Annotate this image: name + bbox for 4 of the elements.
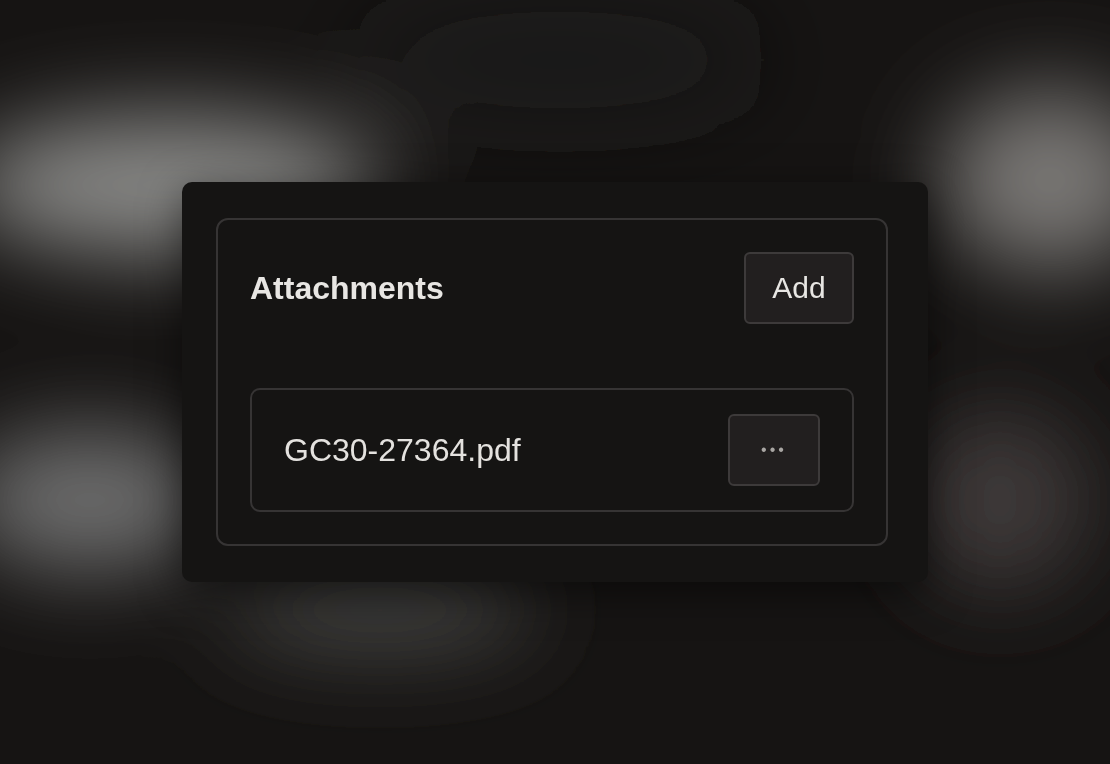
file-name: GC30-27364.pdf [284,431,521,469]
section-title: Attachments [250,269,444,307]
more-button[interactable]: ••• [728,414,820,486]
add-button[interactable]: Add [744,252,854,324]
